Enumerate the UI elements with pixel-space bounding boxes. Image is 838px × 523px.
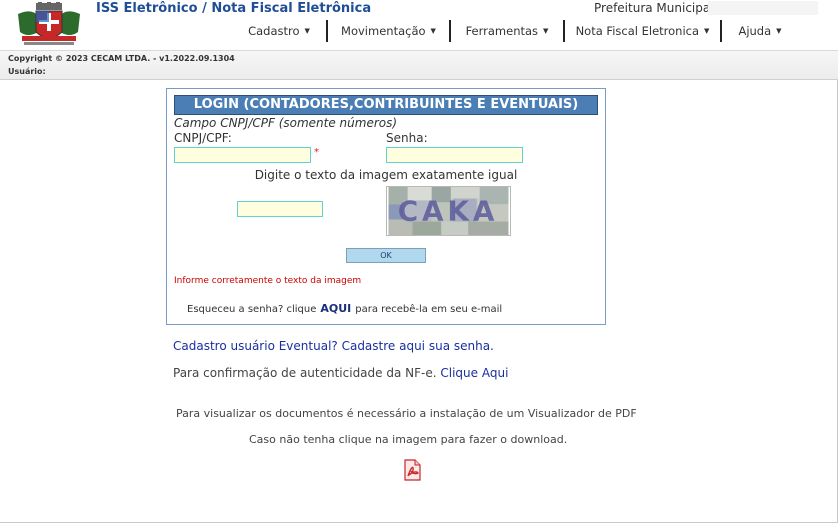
confirm-prefix: Para confirmação de autenticidade da NF-… (173, 366, 437, 380)
cnpj-input[interactable] (174, 147, 311, 163)
login-title: LOGIN (CONTADORES,CONTRIBUINTES E EVENTU… (174, 95, 598, 115)
prefeitura-label: Prefeitura Municipal (594, 1, 714, 15)
captcha-image: CAKA (386, 186, 511, 236)
senha-label: Senha: (386, 131, 428, 145)
captcha-input[interactable] (237, 201, 323, 217)
menu-label: Nota Fiscal Eletronica (575, 24, 700, 38)
caret-down-icon: ▼ (776, 27, 782, 35)
menu-ferramentas[interactable]: Ferramentas ▼ (451, 20, 565, 42)
captcha-label: Digite o texto da imagem exatamente igua… (254, 168, 518, 182)
menu-nota-fiscal-eletronica[interactable]: Nota Fiscal Eletronica ▼ (565, 20, 722, 42)
municipal-coat-of-arms-logo (14, 2, 84, 47)
user-label: Usuário: (8, 67, 46, 76)
login-panel: LOGIN (CONTADORES,CONTRIBUINTES E EVENTU… (166, 88, 606, 325)
menu-cadastro[interactable]: Cadastro ▼ (232, 20, 328, 42)
header: ISS Eletrônico / Nota Fiscal Eletrônica … (0, 0, 838, 50)
nfe-confirmation-link[interactable]: Clique Aqui (440, 366, 508, 380)
prefeitura-name-area (708, 1, 818, 15)
error-message: Informe corretamente o texto da imagem (174, 276, 362, 286)
cnpj-label: CNPJ/CPF: (174, 131, 232, 145)
page: ISS Eletrônico / Nota Fiscal Eletrônica … (0, 0, 838, 523)
forgot-password-link[interactable]: AQUI (320, 302, 351, 315)
caret-down-icon: ▼ (430, 27, 436, 35)
caret-down-icon: ▼ (704, 27, 710, 35)
pdf-viewer-notice: Para visualizar os documentos é necessár… (176, 407, 637, 420)
app-title: ISS Eletrônico / Nota Fiscal Eletrônica (96, 1, 372, 16)
captcha-text: CAKA (398, 195, 498, 228)
password-input[interactable] (386, 147, 523, 163)
copyright-text: Copyright © 2023 CECAM LTDA. - v1.2022.0… (8, 54, 235, 63)
menu-movimentacao[interactable]: Movimentação ▼ (328, 20, 451, 42)
ok-button[interactable]: OK (346, 248, 426, 263)
status-bar: Copyright © 2023 CECAM LTDA. - v1.2022.0… (0, 50, 838, 80)
forgot-password-line: Esqueceu a senha? clique AQUI para recebê-… (187, 302, 502, 315)
forgot-suffix: para recebê-la em seu e-mail (355, 304, 503, 315)
pdf-download-notice: Caso não tenha clique na imagem para faz… (249, 433, 568, 446)
required-marker: * (314, 147, 319, 158)
menu-label: Cadastro (248, 24, 300, 38)
pdf-icon[interactable] (401, 459, 423, 481)
main-menu-bar: Cadastro ▼ Movimentação ▼ Ferramentas ▼ Not… (232, 20, 798, 42)
menu-label: Movimentação (341, 24, 426, 38)
cadastro-eventual-link[interactable]: Cadastro usuário Eventual? Cadastre aqui… (173, 339, 494, 353)
cnpj-hint: Campo CNPJ/CPF (somente números) (174, 116, 398, 130)
menu-ajuda[interactable]: Ajuda ▼ (722, 20, 798, 42)
menu-label: Ajuda (738, 24, 772, 38)
caret-down-icon: ▼ (304, 27, 310, 35)
forgot-prefix: Esqueceu a senha? clique (187, 304, 317, 315)
menu-label: Ferramentas (465, 24, 539, 38)
nfe-confirmation-line: Para confirmação de autenticidade da NF-… (173, 366, 508, 380)
caret-down-icon: ▼ (543, 27, 549, 35)
